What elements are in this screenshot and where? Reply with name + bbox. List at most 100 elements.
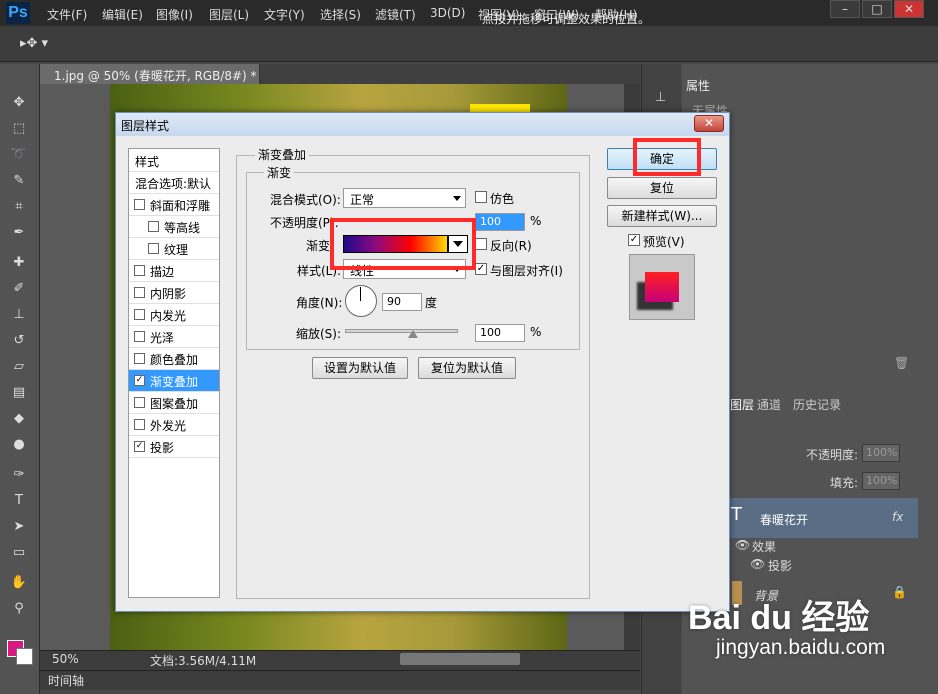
eye-icon[interactable]: 👁 xyxy=(735,538,750,552)
dialog-title: 图层样式 xyxy=(121,119,170,133)
scale-slider-thumb[interactable] xyxy=(408,330,418,338)
timeline-label[interactable]: 时间轴 xyxy=(48,672,84,689)
blend-mode-select[interactable]: 正常 xyxy=(343,188,466,208)
type-tool-icon[interactable]: T xyxy=(8,492,30,510)
minimize-button[interactable]: – xyxy=(830,0,860,18)
effect-item-label[interactable]: 投影 xyxy=(768,557,792,574)
layer-opacity-field[interactable]: 100% xyxy=(862,444,900,462)
style-checkbox[interactable] xyxy=(134,199,145,210)
menu-image[interactable]: 图像(I) xyxy=(156,6,193,23)
path-select-tool-icon[interactable]: ➤ xyxy=(8,518,30,536)
menu-3d[interactable]: 3D(D) xyxy=(430,6,465,20)
style-checkbox[interactable] xyxy=(134,353,145,364)
healing-tool-icon[interactable]: ✚ xyxy=(8,254,30,272)
dodge-tool-icon[interactable]: ● xyxy=(8,436,30,454)
style-list-item[interactable]: 图案叠加 xyxy=(129,392,219,414)
document-tab-title: 1.jpg @ 50% (春暖花开, RGB/8#) * xyxy=(54,69,257,83)
layer-row-text[interactable] xyxy=(728,498,918,538)
style-checkbox[interactable]: ✓ xyxy=(134,441,145,452)
canvas-horizontal-scrollbar[interactable] xyxy=(400,653,520,665)
style-list-item[interactable]: 样式 xyxy=(129,150,219,172)
zoom-tool-icon[interactable]: ⚲ xyxy=(8,600,30,618)
new-style-button[interactable]: 新建样式(W)... xyxy=(607,205,717,227)
menu-select[interactable]: 选择(S) xyxy=(320,6,361,23)
blur-tool-icon[interactable]: ◆ xyxy=(8,410,30,428)
style-checkbox[interactable] xyxy=(134,419,145,430)
style-list-label: 混合选项:默认 xyxy=(135,177,212,191)
align-layer-checkbox[interactable]: ✓ xyxy=(475,263,487,275)
style-checkbox[interactable] xyxy=(134,331,145,342)
zoom-level[interactable]: 50% xyxy=(52,652,79,666)
properties-tab[interactable]: 属性 xyxy=(686,77,710,94)
style-list-item[interactable]: ✓ 投影 xyxy=(129,436,219,458)
style-list-item[interactable]: 描边 xyxy=(129,260,219,282)
eyedropper-tool-icon[interactable]: ✒ xyxy=(8,224,30,242)
background-color-swatch[interactable] xyxy=(16,648,33,665)
style-list-item[interactable]: ✓ 渐变叠加 xyxy=(129,370,219,392)
reset-default-button[interactable]: 复位为默认值 xyxy=(418,357,516,379)
style-list-item[interactable]: 内发光 xyxy=(129,304,219,326)
lasso-tool-icon[interactable]: ➰ xyxy=(8,146,30,164)
opacity-field[interactable]: 100 xyxy=(475,213,525,231)
menu-layer[interactable]: 图层(L) xyxy=(209,6,249,23)
hand-tool-icon[interactable]: ✋ xyxy=(8,574,30,592)
style-list-item[interactable]: 斜面和浮雕 xyxy=(129,194,219,216)
menu-file[interactable]: 文件(F) xyxy=(47,6,87,23)
style-checkbox[interactable]: ✓ xyxy=(134,375,145,386)
set-default-button[interactable]: 设置为默认值 xyxy=(312,357,408,379)
style-list-item[interactable]: 内阴影 xyxy=(129,282,219,304)
menu-type[interactable]: 文字(Y) xyxy=(264,6,305,23)
move-tool-icon[interactable]: ▸✥ ▾ xyxy=(20,36,48,51)
crop-tool-icon[interactable]: ⌗ xyxy=(8,198,30,216)
style-list-item[interactable]: 外发光 xyxy=(129,414,219,436)
menu-filter[interactable]: 滤镜(T) xyxy=(375,6,416,23)
menu-edit[interactable]: 编辑(E) xyxy=(102,6,143,23)
close-window-button[interactable]: ✕ xyxy=(894,0,924,18)
style-list-item[interactable]: 混合选项:默认 xyxy=(129,172,219,194)
gradient-tool-icon[interactable]: ▤ xyxy=(8,384,30,402)
angle-field[interactable]: 90 xyxy=(382,293,422,311)
brush-tool-icon[interactable]: ✐ xyxy=(8,280,30,298)
trash-icon[interactable]: 🗑 xyxy=(894,356,909,370)
shape-tool-icon[interactable]: ▭ xyxy=(8,544,30,562)
layer-name[interactable]: 春暖花开 xyxy=(760,511,808,528)
effects-label[interactable]: 效果 xyxy=(752,538,776,555)
eraser-tool-icon[interactable]: ▱ xyxy=(8,358,30,376)
style-list-label: 渐变叠加 xyxy=(150,375,199,389)
scale-field[interactable]: 100 xyxy=(475,324,525,342)
quick-select-tool-icon[interactable]: ✎ xyxy=(8,172,30,190)
reverse-checkbox[interactable] xyxy=(475,238,487,250)
tab-channels[interactable]: 通道 xyxy=(757,396,781,413)
marquee-tool-icon[interactable]: ⬚ xyxy=(8,120,30,138)
style-checkbox[interactable] xyxy=(148,221,159,232)
tab-history[interactable]: 历史记录 xyxy=(793,396,841,413)
maximize-button[interactable]: □ xyxy=(862,0,892,18)
style-list-item[interactable]: 颜色叠加 xyxy=(129,348,219,370)
style-checkbox[interactable] xyxy=(134,287,145,298)
preview-checkbox[interactable]: ✓ xyxy=(628,234,640,246)
style-checkbox[interactable] xyxy=(134,309,145,320)
reset-button[interactable]: 复位 xyxy=(607,177,717,199)
style-checkbox[interactable] xyxy=(134,265,145,276)
document-tab[interactable]: 1.jpg @ 50% (春暖花开, RGB/8#) * × xyxy=(40,64,280,84)
eye-icon[interactable]: 👁 xyxy=(750,557,765,571)
style-checkbox[interactable] xyxy=(148,243,159,254)
style-list-item[interactable]: 光泽 xyxy=(129,326,219,348)
dither-checkbox[interactable] xyxy=(475,191,487,203)
history-brush-icon[interactable]: ↺ xyxy=(8,332,30,350)
style-list-item[interactable]: 等高线 xyxy=(129,216,219,238)
style-checkbox[interactable] xyxy=(134,397,145,408)
style-list-item[interactable]: 纹理 xyxy=(129,238,219,260)
layer-fx-icon[interactable]: fx xyxy=(892,510,903,524)
tab-layers[interactable]: 图层 xyxy=(730,396,754,413)
angle-dial[interactable] xyxy=(345,285,377,317)
blend-mode-value: 正常 xyxy=(350,193,375,207)
scale-slider[interactable] xyxy=(345,329,458,333)
dialog-titlebar[interactable] xyxy=(116,113,729,136)
move-tool-icon[interactable]: ✥ xyxy=(8,94,30,112)
stamp-tool-icon[interactable]: ⊥ xyxy=(8,306,30,324)
pen-tool-icon[interactable]: ✑ xyxy=(8,466,30,484)
dialog-close-button[interactable]: ✕ xyxy=(694,115,724,132)
clone-source-icon[interactable]: ⊥ xyxy=(655,90,666,105)
layer-fill-field[interactable]: 100% xyxy=(862,472,900,490)
